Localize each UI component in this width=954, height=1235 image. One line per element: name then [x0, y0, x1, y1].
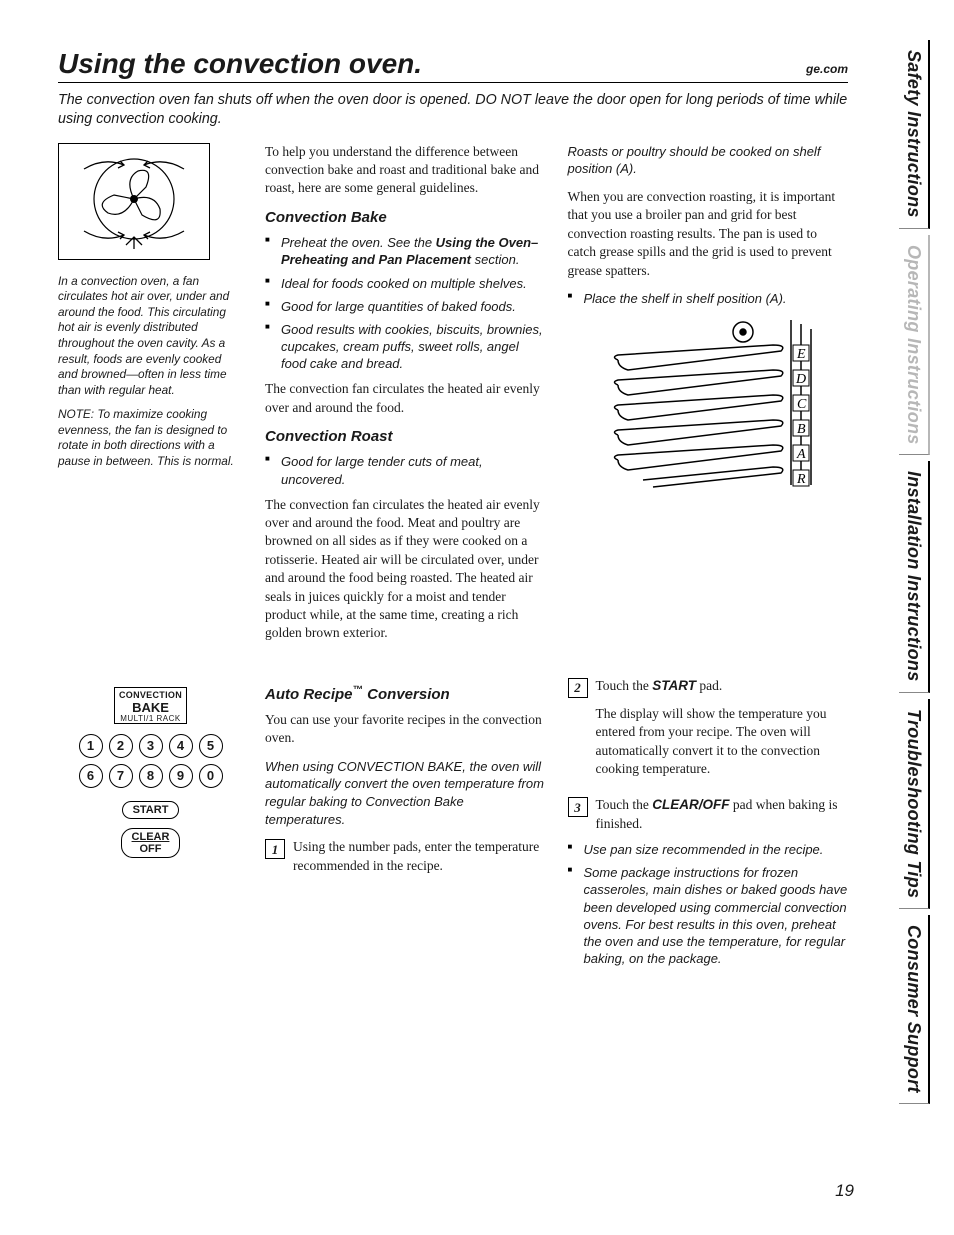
tab-operating[interactable]: Operating Instructions: [899, 235, 930, 456]
tab-installation[interactable]: Installation Instructions: [899, 461, 930, 693]
url-label: ge.com: [806, 62, 848, 76]
svg-text:R: R: [796, 472, 806, 487]
step-1-text: Using the number pads, enter the tempera…: [293, 838, 546, 875]
key-7: 7: [109, 764, 133, 788]
step-1: 1 Using the number pads, enter the tempe…: [265, 838, 546, 875]
step-2-icon: 2: [568, 678, 588, 698]
bake-description: The convection fan circulates the heated…: [265, 380, 546, 417]
bake-bullet-4: Good results with cookies, biscuits, bro…: [265, 321, 546, 372]
shelf-bullet: Place the shelf in shelf position (A).: [568, 290, 849, 307]
key-1: 1: [79, 734, 103, 758]
auto-recipe-body: Auto Recipe™ Conversion You can use your…: [265, 677, 848, 968]
bake-bullet-1: Preheat the oven. See the Using the Oven…: [265, 234, 546, 268]
clear-off-button-illus: CLEAR OFF: [121, 828, 181, 858]
key-4: 4: [169, 734, 193, 758]
shelf-illustration: E D C B A R: [593, 315, 823, 495]
key-2: 2: [109, 734, 133, 758]
key-9: 9: [169, 764, 193, 788]
ar-bullet-2: Some package instructions for frozen cas…: [568, 864, 849, 967]
convection-bake-button: CONVECTION BAKE MULTI/1 RACK: [114, 687, 187, 724]
roast-shelf-note: Roasts or poultry should be cooked on sh…: [568, 143, 849, 178]
step-3-icon: 3: [568, 797, 588, 817]
svg-text:D: D: [795, 372, 806, 387]
control-panel-illustration: CONVECTION BAKE MULTI/1 RACK 1 2 3 4 5 6…: [58, 677, 243, 968]
roast-bullet-1: Good for large tender cuts of meat, unco…: [265, 453, 546, 487]
number-pad: 1 2 3 4 5 6 7 8 9 0: [58, 734, 243, 788]
start-button-illus: START: [122, 801, 180, 819]
step-3-text: Touch the CLEAR/OFF pad when baking is f…: [596, 796, 849, 833]
side-tabs: Safety Instructions Operating Instructio…: [899, 40, 930, 1104]
key-8: 8: [139, 764, 163, 788]
svg-text:A: A: [796, 447, 806, 462]
key-3: 3: [139, 734, 163, 758]
bake-bullet-3: Good for large quantities of baked foods…: [265, 298, 546, 315]
key-5: 5: [199, 734, 223, 758]
sidebar-caption-2: NOTE: To maximize cooking evenness, the …: [58, 407, 243, 469]
bake-bullet-2: Ideal for foods cooked on multiple shelv…: [265, 275, 546, 292]
ar-p1: You can use your favorite recipes in the…: [265, 711, 546, 748]
roast-description: The convection fan circulates the heated…: [265, 496, 546, 643]
step-1-icon: 1: [265, 839, 285, 859]
ar-p2: When using CONVECTION BAKE, the oven wil…: [265, 758, 546, 829]
page-number: 19: [835, 1181, 854, 1201]
body-intro: To help you understand the difference be…: [265, 143, 546, 198]
roast-pan-note: When you are convection roasting, it is …: [568, 188, 849, 280]
tab-consumer[interactable]: Consumer Support: [899, 915, 930, 1104]
step-3: 3 Touch the CLEAR/OFF pad when baking is…: [568, 796, 849, 833]
heading-convection-roast: Convection Roast: [265, 427, 546, 447]
tab-troubleshooting[interactable]: Troubleshooting Tips: [899, 699, 930, 909]
fan-illustration: [58, 143, 210, 260]
svg-text:B: B: [797, 422, 806, 437]
body-columns: To help you understand the difference be…: [265, 143, 848, 643]
title-text: Using the convection oven.: [58, 48, 422, 80]
svg-text:C: C: [797, 397, 807, 412]
tab-safety[interactable]: Safety Instructions: [899, 40, 930, 229]
key-0: 0: [199, 764, 223, 788]
sidebar: In a convection oven, a fan circulates h…: [58, 143, 243, 643]
step-2-detail: The display will show the temperature yo…: [596, 705, 849, 778]
svg-text:E: E: [796, 347, 806, 362]
ar-bullet-1: Use pan size recommended in the recipe.: [568, 841, 849, 858]
key-6: 6: [79, 764, 103, 788]
heading-auto-recipe: Auto Recipe™ Conversion: [265, 683, 546, 705]
step-2-text: Touch the START pad.: [596, 677, 849, 695]
page-title: Using the convection oven. ge.com: [58, 48, 848, 83]
intro-warning: The convection oven fan shuts off when t…: [58, 91, 848, 129]
heading-convection-bake: Convection Bake: [265, 208, 546, 228]
sidebar-caption-1: In a convection oven, a fan circulates h…: [58, 274, 243, 399]
step-2: 2 Touch the START pad. The display will …: [568, 677, 849, 789]
